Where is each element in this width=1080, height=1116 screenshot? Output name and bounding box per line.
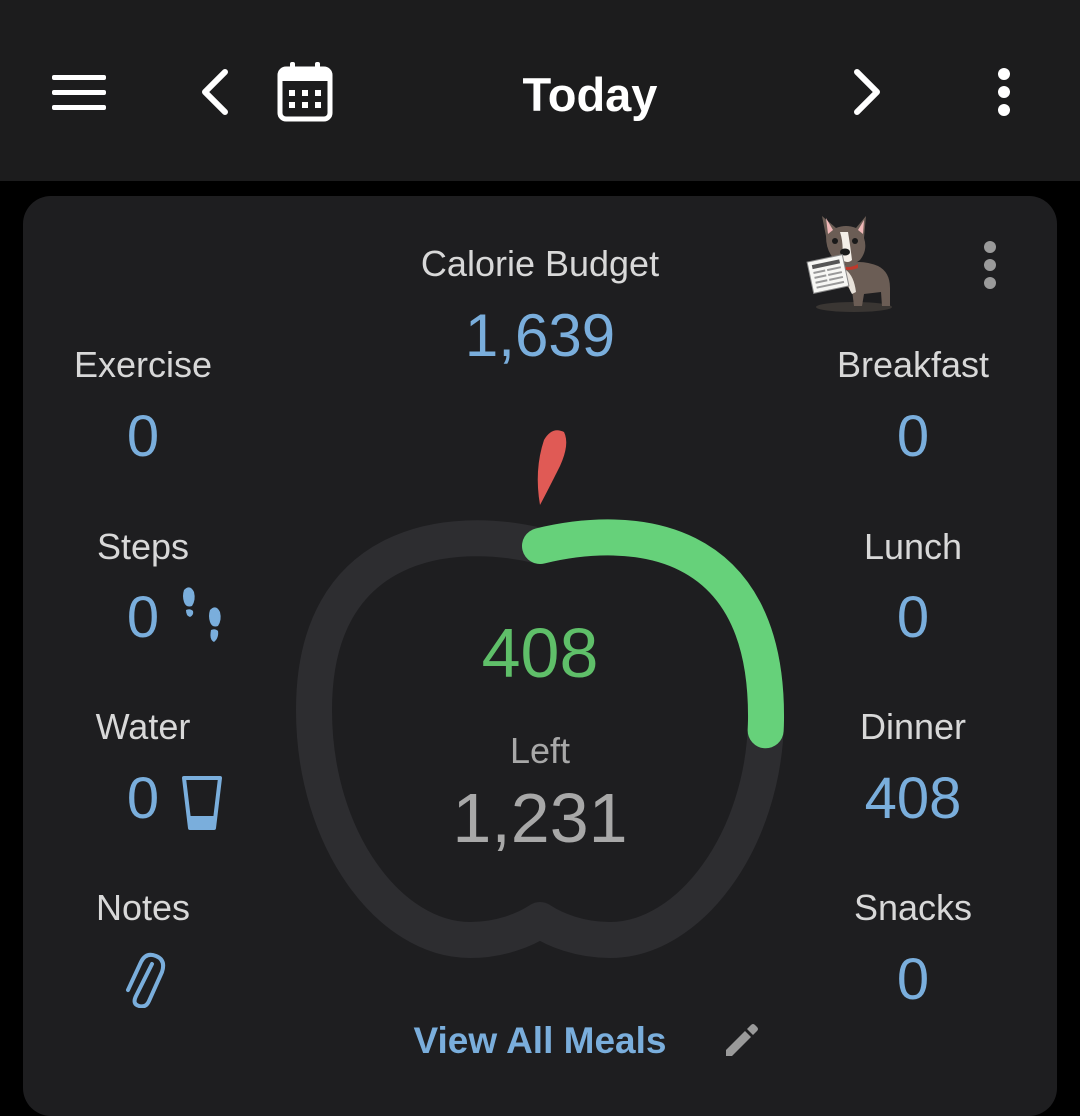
dinner-label: Dinner bbox=[859, 706, 967, 747]
page-title: Today bbox=[522, 68, 658, 121]
breakfast-label: Breakfast bbox=[836, 344, 990, 385]
apple-stem-icon bbox=[537, 430, 567, 505]
notes-label: Notes bbox=[95, 887, 191, 928]
calendar-icon[interactable] bbox=[276, 60, 334, 122]
lunch-label: Lunch bbox=[863, 526, 963, 567]
chevron-left-icon[interactable] bbox=[195, 66, 235, 118]
chevron-right-icon[interactable] bbox=[847, 66, 887, 118]
water-glass-icon[interactable] bbox=[180, 774, 224, 832]
calorie-budget-value[interactable]: 1,639 bbox=[390, 303, 690, 369]
snacks-value[interactable]: 0 bbox=[793, 948, 1033, 1012]
water-label: Water bbox=[95, 706, 191, 747]
pencil-icon[interactable] bbox=[722, 1022, 760, 1060]
calories-left-label: Left bbox=[509, 730, 571, 771]
app-bar: Today bbox=[0, 0, 1080, 181]
dinner-value[interactable]: 408 bbox=[793, 767, 1033, 831]
footprints-icon bbox=[183, 587, 221, 642]
exercise-value[interactable]: 0 bbox=[23, 405, 263, 469]
lunch-value[interactable]: 0 bbox=[793, 586, 1033, 650]
snacks-label: Snacks bbox=[853, 887, 973, 928]
paperclip-icon[interactable] bbox=[122, 950, 166, 1008]
breakfast-value[interactable]: 0 bbox=[793, 405, 1033, 469]
hamburger-menu-icon[interactable] bbox=[50, 70, 108, 114]
card-more-vertical-icon[interactable] bbox=[978, 240, 1002, 290]
calorie-budget-label: Calorie Budget bbox=[420, 243, 660, 284]
more-vertical-icon[interactable] bbox=[990, 66, 1018, 118]
calories-consumed-value: 408 bbox=[481, 614, 599, 692]
exercise-label: Exercise bbox=[73, 344, 213, 385]
view-all-meals-link[interactable]: View All Meals bbox=[390, 1018, 690, 1064]
dog-mascot-icon bbox=[806, 216, 892, 312]
steps-value[interactable]: 0 bbox=[113, 586, 173, 650]
calories-left-value: 1,231 bbox=[452, 779, 628, 857]
water-value[interactable]: 0 bbox=[113, 767, 173, 831]
steps-label: Steps bbox=[96, 526, 190, 567]
